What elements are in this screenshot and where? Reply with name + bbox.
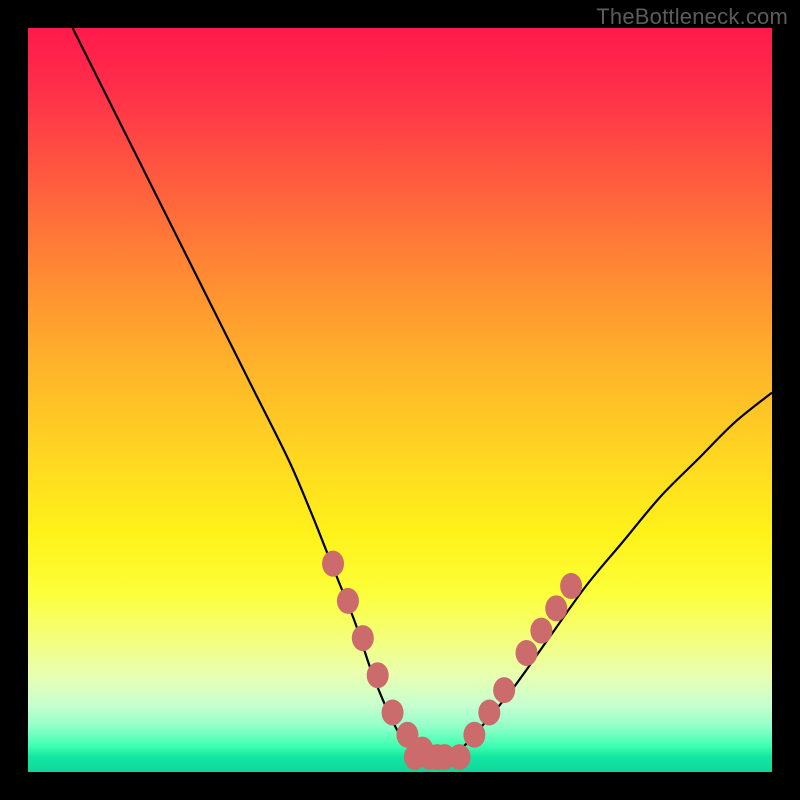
curve-marker (560, 573, 582, 599)
plot-area (28, 28, 772, 772)
curve-marker (530, 618, 552, 644)
bottleneck-curve-path (73, 28, 772, 758)
curve-marker (449, 744, 471, 770)
curve-marker (367, 662, 389, 688)
chart-frame: TheBottleneck.com (0, 0, 800, 800)
curve-marker (352, 625, 374, 651)
chart-svg (28, 28, 772, 772)
curve-marker (493, 677, 515, 703)
bottleneck-curve (73, 28, 772, 758)
curve-markers (322, 551, 582, 770)
watermark-text: TheBottleneck.com (596, 4, 788, 30)
curve-marker (515, 640, 537, 666)
curve-marker (322, 551, 344, 577)
curve-marker (463, 722, 485, 748)
curve-marker (478, 699, 500, 725)
curve-marker (545, 595, 567, 621)
curve-marker (382, 699, 404, 725)
curve-marker (337, 588, 359, 614)
